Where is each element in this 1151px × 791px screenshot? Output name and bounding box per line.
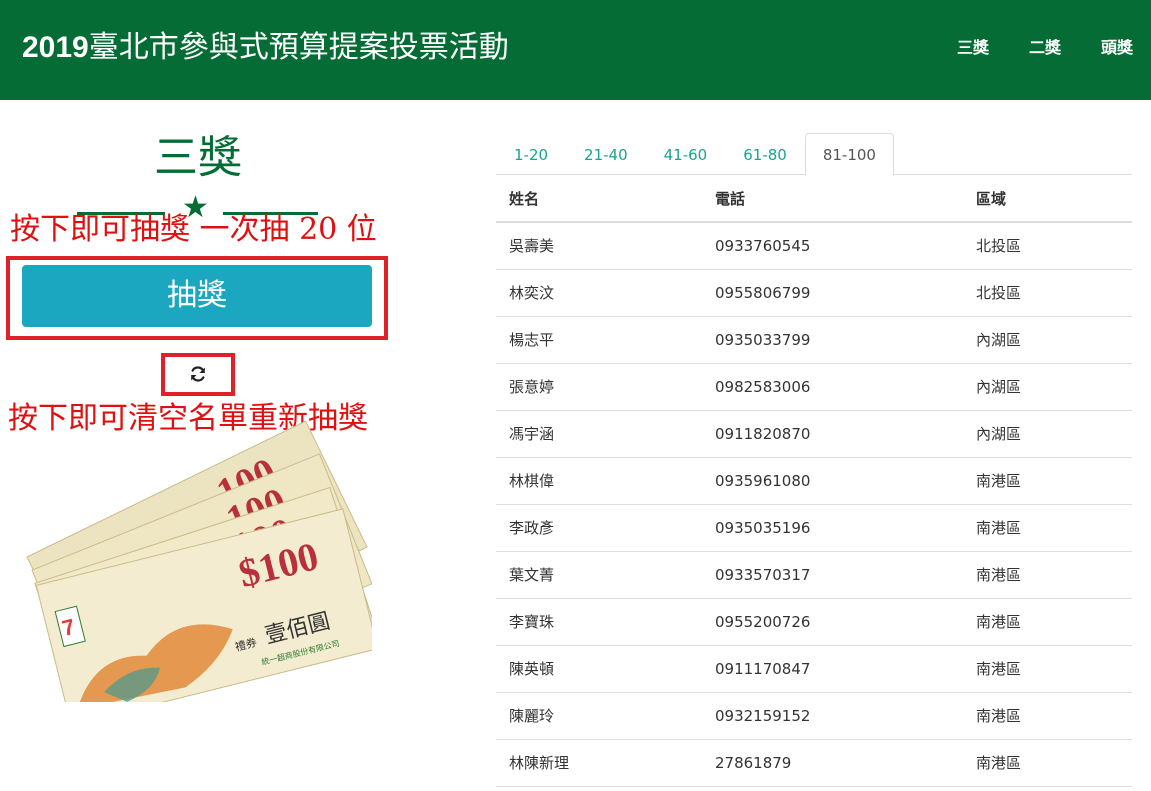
cell-phone: 27861879 xyxy=(702,739,963,787)
cell-district: 內湖區 xyxy=(963,363,1132,411)
cell-name: 李寶珠 xyxy=(496,598,702,646)
cell-district: 南港區 xyxy=(963,598,1132,646)
tab-61-80[interactable]: 61-80 xyxy=(725,133,805,175)
cell-district: 北投區 xyxy=(963,269,1132,317)
tab-21-40[interactable]: 21-40 xyxy=(566,133,646,175)
cell-district: 內湖區 xyxy=(963,316,1132,364)
table-row: 李寶珠 0955200726 南港區 xyxy=(496,598,1132,646)
cell-name: 李政彥 xyxy=(496,504,702,552)
cell-district: 南港區 xyxy=(963,457,1132,505)
header-name: 姓名 xyxy=(496,175,702,223)
cell-phone: 0933760545 xyxy=(702,222,963,270)
cell-phone: 0911170847 xyxy=(702,645,963,693)
tab-1-20[interactable]: 1-20 xyxy=(496,133,566,175)
cell-phone: 0935961080 xyxy=(702,457,963,505)
nav-third-prize[interactable]: 三獎 xyxy=(957,36,989,60)
table-row: 林棋偉 0935961080 南港區 xyxy=(496,457,1132,505)
table-row: 馮宇涵 0911820870 內湖區 xyxy=(496,410,1132,458)
header-district: 區域 xyxy=(963,175,1132,223)
winners-table: 姓名 電話 區域 吳壽美 0933760545 北投區 林奕汶 0955806799 北… xyxy=(496,175,1132,787)
reset-button[interactable] xyxy=(166,358,230,392)
cell-district: 南港區 xyxy=(963,692,1132,740)
cell-district: 北投區 xyxy=(963,222,1132,270)
table-row: 李政彥 0935035196 南港區 xyxy=(496,504,1132,552)
header-phone: 電話 xyxy=(702,175,963,223)
cell-district: 南港區 xyxy=(963,645,1132,693)
cell-name: 陳英頓 xyxy=(496,645,702,693)
nav-links: 三獎 二獎 頭獎 xyxy=(917,36,1133,60)
top-navbar: 2019臺北市參與式預算提案投票活動 三獎 二獎 頭獎 xyxy=(0,0,1151,100)
cell-district: 南港區 xyxy=(963,739,1132,787)
cell-name: 林棋偉 xyxy=(496,457,702,505)
cell-phone: 0932159152 xyxy=(702,692,963,740)
cell-name: 楊志平 xyxy=(496,316,702,364)
table-row: 楊志平 0935033799 內湖區 xyxy=(496,316,1132,364)
cell-name: 林奕汶 xyxy=(496,269,702,317)
site-title[interactable]: 2019臺北市參與式預算提案投票活動 xyxy=(22,28,509,68)
table-row: 林奕汶 0955806799 北投區 xyxy=(496,269,1132,317)
gift-voucher-illustration: 100 100 100 7 $100 壹佰圓 禮券 統一超商股份有限公司 xyxy=(26,420,372,702)
draw-hint-annotation: 按下即可抽獎 一次抽 20 位 xyxy=(10,212,377,247)
page-tabs: 1-20 21-40 41-60 61-80 81-100 xyxy=(496,133,1132,176)
table-row: 林陳新理 27861879 南港區 xyxy=(496,739,1132,787)
tab-41-60[interactable]: 41-60 xyxy=(646,133,726,175)
cell-name: 葉文菁 xyxy=(496,551,702,599)
cell-district: 內湖區 xyxy=(963,410,1132,458)
prize-title: 三獎 xyxy=(154,132,242,183)
cell-phone: 0935033799 xyxy=(702,316,963,364)
cell-name: 陳麗玲 xyxy=(496,692,702,740)
draw-button[interactable]: 抽獎 xyxy=(22,265,372,327)
cell-name: 林陳新理 xyxy=(496,739,702,787)
cell-name: 張意婷 xyxy=(496,363,702,411)
table-row: 張意婷 0982583006 內湖區 xyxy=(496,363,1132,411)
cell-district: 南港區 xyxy=(963,504,1132,552)
cell-phone: 0955200726 xyxy=(702,598,963,646)
cell-phone: 0935035196 xyxy=(702,504,963,552)
table-row: 吳壽美 0933760545 北投區 xyxy=(496,222,1132,270)
site-title-year: 2019 xyxy=(22,31,89,64)
table-row: 陳英頓 0911170847 南港區 xyxy=(496,645,1132,693)
table-row: 葉文菁 0933570317 南港區 xyxy=(496,551,1132,599)
table-row: 陳麗玲 0932159152 南港區 xyxy=(496,692,1132,740)
cell-name: 馮宇涵 xyxy=(496,410,702,458)
site-title-text: 臺北市參與式預算提案投票活動 xyxy=(88,30,509,65)
cell-phone: 0982583006 xyxy=(702,363,963,411)
cell-phone: 0911820870 xyxy=(702,410,963,458)
nav-first-prize[interactable]: 頭獎 xyxy=(1101,36,1133,60)
cell-phone: 0933570317 xyxy=(702,551,963,599)
refresh-icon xyxy=(189,365,207,386)
cell-phone: 0955806799 xyxy=(702,269,963,317)
tab-81-100[interactable]: 81-100 xyxy=(804,133,894,176)
cell-district: 南港區 xyxy=(963,551,1132,599)
cell-name: 吳壽美 xyxy=(496,222,702,270)
table-header-row: 姓名 電話 區域 xyxy=(496,175,1132,223)
nav-second-prize[interactable]: 二獎 xyxy=(1029,36,1061,60)
